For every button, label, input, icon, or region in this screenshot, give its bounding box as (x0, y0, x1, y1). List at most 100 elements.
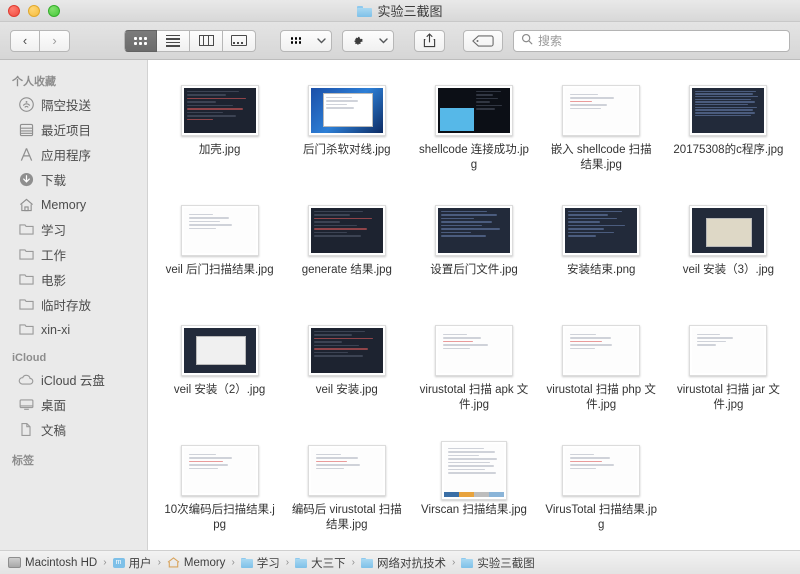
file-item[interactable]: generate 结果.jpg (283, 190, 410, 310)
sidebar-item-label: 下载 (41, 174, 67, 188)
file-grid-area[interactable]: 加壳.jpg 后门杀软对线.jpg shellcode 连接成功.jpg 嵌入 … (148, 60, 800, 550)
columns-icon (198, 35, 214, 46)
window-controls (0, 4, 60, 17)
file-item[interactable]: VirusTotal 扫描结果.jpg (538, 430, 665, 550)
sidebar-item-label: 临时存放 (41, 299, 92, 313)
sidebar-item-work[interactable]: 工作 (0, 242, 147, 267)
sidebar-item-desktop[interactable]: 桌面 (0, 392, 147, 417)
file-name: VirusTotal 扫描结果.jpg (545, 504, 657, 531)
maximize-button[interactable] (48, 4, 60, 17)
sidebar-item-memory[interactable]: Memory (0, 192, 147, 217)
file-item[interactable]: virustotal 扫描 jar 文件.jpg (665, 310, 792, 430)
sidebar-item-study[interactable]: 学习 (0, 217, 147, 242)
file-item[interactable]: veil 安装（2）.jpg (156, 310, 283, 430)
sidebar-item-label: 最近项目 (41, 124, 92, 138)
sidebar: 个人收藏 隔空投送 最近项目 应用程序 下载 Memory 学习 工作 电影 临… (0, 60, 148, 550)
sidebar-item-label: 桌面 (41, 399, 67, 413)
desktop-icon (18, 397, 34, 413)
breadcrumb-separator: › (103, 557, 107, 568)
file-item[interactable]: Virscan 扫描结果.jpg (410, 430, 537, 550)
file-item[interactable]: veil 安装（3）.jpg (665, 190, 792, 310)
file-item[interactable]: 20175308的c程序.jpg (665, 70, 792, 190)
tag-button[interactable] (463, 29, 503, 52)
sidebar-item-recents[interactable]: 最近项目 (0, 117, 147, 142)
forward-chevron-icon: › (52, 33, 57, 48)
file-item[interactable]: 加壳.jpg (156, 70, 283, 190)
back-button[interactable]: ‹ (10, 29, 40, 52)
home-icon (18, 197, 34, 213)
icon-view-button[interactable] (124, 29, 157, 52)
list-view-button[interactable] (157, 29, 190, 52)
file-name: veil 后门扫描结果.jpg (165, 264, 274, 276)
file-item[interactable]: shellcode 连接成功.jpg (410, 70, 537, 190)
toolbar: ‹ › 搜索 (0, 22, 800, 60)
breadcrumb-item-macintosh-hd[interactable]: Macintosh HD (8, 557, 97, 569)
file-name: 10次编码后扫描结果.jpg (164, 504, 275, 531)
cloud-icon (18, 372, 34, 388)
sidebar-item-airdrop[interactable]: 隔空投送 (0, 92, 147, 117)
sidebar-item-label: Memory (41, 197, 87, 212)
window-body: 个人收藏 隔空投送 最近项目 应用程序 下载 Memory 学习 工作 电影 临… (0, 60, 800, 550)
file-name: veil 安装.jpg (315, 384, 378, 396)
file-item[interactable]: 安装结束.png (538, 190, 665, 310)
minimize-button[interactable] (28, 4, 40, 17)
search-field[interactable]: 搜索 (513, 29, 790, 52)
sidebar-item-icloud-drive[interactable]: iCloud 云盘 (0, 367, 147, 392)
users-icon: m (112, 557, 125, 568)
forward-button[interactable]: › (40, 29, 70, 52)
navigation-buttons: ‹ › (10, 29, 70, 52)
breadcrumb-item-junior-spring[interactable]: 大三下 (295, 555, 346, 571)
breadcrumb-item-users[interactable]: m 用户 (112, 555, 152, 571)
gallery-view-button[interactable] (223, 29, 256, 52)
search-icon (521, 32, 533, 50)
sidebar-item-applications[interactable]: 应用程序 (0, 142, 147, 167)
folder-icon (18, 272, 34, 288)
sidebar-item-downloads[interactable]: 下载 (0, 167, 147, 192)
breadcrumb-item-network-countermeasure[interactable]: 网络对抗技术 (360, 555, 446, 571)
file-name: virustotal 扫描 apk 文件.jpg (419, 384, 529, 411)
window-title-group: 实验三截图 (0, 0, 800, 21)
file-grid: 加壳.jpg 后门杀软对线.jpg shellcode 连接成功.jpg 嵌入 … (156, 70, 792, 550)
file-item[interactable]: virustotal 扫描 apk 文件.jpg (410, 310, 537, 430)
sidebar-item-xin-xi[interactable]: xin-xi (0, 317, 147, 342)
share-button[interactable] (414, 29, 445, 52)
column-view-button[interactable] (190, 29, 223, 52)
gallery-icon (231, 35, 247, 46)
breadcrumb-item-current-folder[interactable]: 实验三截图 (461, 555, 535, 571)
breadcrumb-item-study[interactable]: 学习 (240, 555, 280, 571)
documents-icon (18, 422, 34, 438)
grid-icon (134, 36, 147, 45)
airdrop-icon (18, 97, 34, 113)
file-item[interactable]: 嵌入 shellcode 扫描结果.jpg (538, 70, 665, 190)
breadcrumb-separator: › (351, 557, 355, 568)
breadcrumb-label: 实验三截图 (477, 557, 535, 570)
breadcrumb-separator: › (451, 557, 456, 568)
file-item[interactable]: veil 安装.jpg (283, 310, 410, 430)
sidebar-item-temp-storage[interactable]: 临时存放 (0, 292, 147, 317)
sidebar-item-documents[interactable]: 文稿 (0, 417, 147, 442)
file-item[interactable]: 编码后 virustotal 扫描结果.jpg (283, 430, 410, 550)
applications-icon (18, 147, 34, 163)
close-button[interactable] (8, 4, 20, 17)
breadcrumb-separator: › (285, 557, 290, 568)
file-item[interactable]: veil 后门扫描结果.jpg (156, 190, 283, 310)
file-item[interactable]: 后门杀软对线.jpg (283, 70, 410, 190)
folder-icon (18, 222, 34, 238)
action-dropdown[interactable] (342, 29, 394, 52)
file-item[interactable]: 设置后门文件.jpg (410, 190, 537, 310)
file-item[interactable]: 10次编码后扫描结果.jpg (156, 430, 283, 550)
folder-icon (18, 322, 34, 338)
folder-icon (357, 5, 373, 17)
file-item[interactable]: virustotal 扫描 php 文件.jpg (538, 310, 665, 430)
sidebar-item-movies[interactable]: 电影 (0, 267, 147, 292)
breadcrumb-label: 大三下 (311, 557, 346, 570)
finder-window: 实验三截图 ‹ › 搜索 个人收藏 隔空投送 最近项目 应用程序 下载 Memo… (0, 0, 800, 574)
disk-icon (8, 557, 21, 568)
file-name: virustotal 扫描 jar 文件.jpg (676, 384, 780, 411)
breadcrumb-item-memory[interactable]: Memory (167, 557, 225, 569)
path-bar: Macintosh HD › m 用户 › Memory › 学习 › 大三下 … (0, 550, 800, 574)
sidebar-item-label: 电影 (41, 274, 67, 288)
file-name: 嵌入 shellcode 扫描结果.jpg (550, 144, 652, 171)
file-name: 编码后 virustotal 扫描结果.jpg (291, 504, 402, 531)
arrange-dropdown[interactable] (280, 29, 332, 52)
